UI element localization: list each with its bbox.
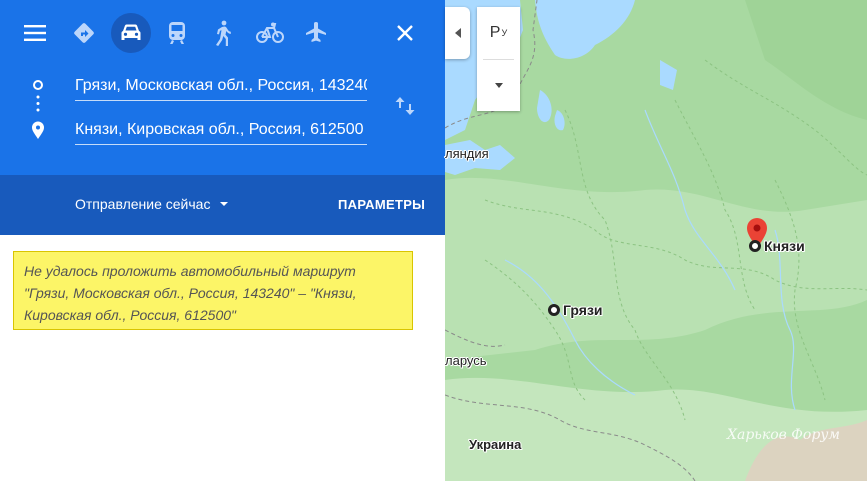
waypoint-connector-icon xyxy=(32,80,44,139)
car-icon xyxy=(121,24,141,40)
mode-driving-button[interactable] xyxy=(111,13,151,53)
close-icon xyxy=(397,25,413,41)
map-language-label: Р xyxy=(489,24,501,41)
collapse-panel-button[interactable] xyxy=(445,7,470,59)
map-language-sub: У xyxy=(501,28,508,38)
chevron-down-icon xyxy=(220,202,229,206)
map-type-control: РУ xyxy=(477,7,520,111)
chevron-down-icon xyxy=(494,83,503,88)
mode-best-button[interactable] xyxy=(64,13,104,53)
plane-icon xyxy=(306,22,326,42)
mode-flights-button[interactable] xyxy=(296,13,336,53)
destination-input[interactable]: Князи, Кировская обл., Россия, 612500 xyxy=(75,119,367,145)
map-label-start-city: Грязи xyxy=(563,302,603,318)
walk-icon xyxy=(216,20,231,46)
mode-walking-button[interactable] xyxy=(203,13,243,53)
bike-icon xyxy=(256,22,284,43)
train-icon xyxy=(169,22,185,44)
menu-icon xyxy=(24,25,46,41)
map-language-button[interactable]: РУ xyxy=(477,7,520,59)
directions-header: Грязи, Московская обл., Россия, 143240 К… xyxy=(0,0,445,175)
start-city-marker[interactable] xyxy=(548,304,560,316)
swap-locations-icon[interactable] xyxy=(393,94,417,118)
map-label-finland: ляндия xyxy=(445,146,489,161)
start-location-input[interactable]: Грязи, Московская обл., Россия, 143240 xyxy=(75,75,367,101)
mode-transit-button[interactable] xyxy=(157,13,197,53)
options-button[interactable]: ПАРАМЕТРЫ xyxy=(338,197,425,212)
directions-panel: Грязи, Московская обл., Россия, 143240 К… xyxy=(0,0,445,481)
close-button[interactable] xyxy=(385,13,425,53)
travel-mode-bar xyxy=(0,13,445,53)
map-type-dropdown[interactable] xyxy=(477,60,520,111)
directions-diamond-icon xyxy=(74,23,94,43)
departure-time-label: Отправление сейчас xyxy=(75,196,211,212)
map-label-end-city: Князи xyxy=(764,238,805,254)
route-error-message: Не удалось проложить автомобильный маршр… xyxy=(13,251,413,330)
map-label-ukraine: Украина xyxy=(469,437,522,452)
menu-button[interactable] xyxy=(15,13,55,53)
chevron-left-icon xyxy=(454,28,461,38)
mode-cycling-button[interactable] xyxy=(250,13,290,53)
watermark-text: Харьков Форум xyxy=(727,427,841,443)
map-label-belarus: ларусь xyxy=(445,353,487,368)
departure-time-dropdown[interactable]: Отправление сейчас xyxy=(75,195,229,213)
end-city-marker[interactable] xyxy=(749,240,761,252)
